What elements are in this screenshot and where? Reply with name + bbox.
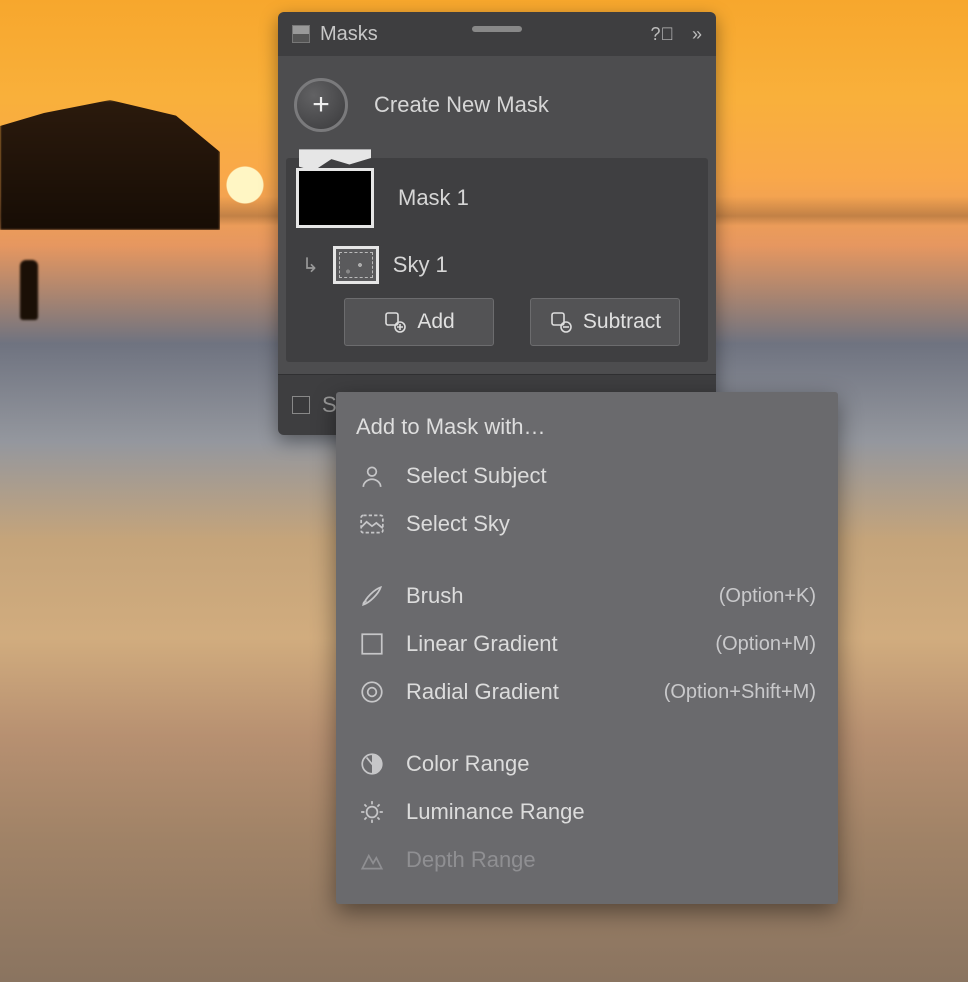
subtract-shape-icon	[549, 310, 573, 334]
menu-item-color-range[interactable]: Color Range	[336, 740, 838, 788]
menu-item-label: Brush	[406, 583, 463, 609]
menu-item-select-subject[interactable]: Select Subject	[336, 452, 838, 500]
radial-gradient-icon	[358, 678, 386, 706]
help-icon[interactable]: ?⃝	[650, 24, 674, 45]
menu-item-select-sky[interactable]: Select Sky	[336, 500, 838, 548]
luminance-range-icon	[358, 798, 386, 826]
masks-panel: Masks ?⃝ » + Create New Mask Mask 1 ↳ Sk…	[278, 12, 716, 435]
linear-gradient-icon	[358, 630, 386, 658]
menu-item-depth-range: Depth Range	[336, 836, 838, 884]
expand-icon[interactable]: »	[692, 24, 702, 45]
menu-item-label: Select Subject	[406, 463, 547, 489]
create-new-mask-label: Create New Mask	[374, 92, 549, 118]
footer-checkbox[interactable]	[292, 396, 310, 414]
menu-title: Add to Mask with…	[336, 406, 838, 452]
masks-icon	[292, 25, 310, 43]
brush-icon	[358, 582, 386, 610]
menu-item-radial-gradient[interactable]: Radial Gradient (Option+Shift+M)	[336, 668, 838, 716]
sky-icon	[358, 510, 386, 538]
menu-item-label: Luminance Range	[406, 799, 585, 825]
menu-shortcut: (Option+M)	[715, 633, 816, 656]
drag-handle[interactable]	[472, 26, 522, 32]
mask-item[interactable]: Mask 1 ↳ Sky 1 Add Subtract	[286, 158, 708, 362]
menu-item-luminance-range[interactable]: Luminance Range	[336, 788, 838, 836]
add-button-label: Add	[417, 310, 454, 334]
sub-mask-label: Sky 1	[393, 252, 448, 278]
menu-item-label: Depth Range	[406, 847, 536, 873]
mask-row[interactable]: Mask 1	[296, 168, 698, 228]
menu-item-label: Radial Gradient	[406, 679, 559, 705]
add-button[interactable]: Add	[344, 298, 494, 346]
create-new-mask-row[interactable]: + Create New Mask	[278, 56, 716, 158]
subtract-button-label: Subtract	[583, 310, 661, 334]
menu-item-label: Linear Gradient	[406, 631, 558, 657]
menu-item-brush[interactable]: Brush (Option+K)	[336, 572, 838, 620]
subtract-button[interactable]: Subtract	[530, 298, 680, 346]
child-arrow-icon: ↳	[302, 253, 319, 278]
menu-item-label: Select Sky	[406, 511, 510, 537]
plus-icon[interactable]: +	[294, 78, 348, 132]
menu-item-linear-gradient[interactable]: Linear Gradient (Option+M)	[336, 620, 838, 668]
add-to-mask-menu: Add to Mask with… Select Subject Select …	[336, 392, 838, 904]
menu-shortcut: (Option+Shift+M)	[664, 681, 816, 704]
menu-shortcut: (Option+K)	[719, 585, 816, 608]
add-shape-icon	[383, 310, 407, 334]
menu-item-label: Color Range	[406, 751, 530, 777]
panel-titlebar[interactable]: Masks ?⃝ »	[278, 12, 716, 56]
person-icon	[358, 462, 386, 490]
depth-range-icon	[358, 846, 386, 874]
color-range-icon	[358, 750, 386, 778]
mask-thumbnail[interactable]	[296, 168, 374, 228]
panel-body: + Create New Mask Mask 1 ↳ Sky 1 Add	[278, 56, 716, 375]
panel-title: Masks	[320, 23, 378, 46]
mask-label: Mask 1	[398, 185, 469, 211]
sub-mask-thumbnail[interactable]	[333, 246, 379, 284]
sub-mask-row[interactable]: ↳ Sky 1	[296, 246, 698, 284]
person-silhouette	[20, 260, 38, 320]
